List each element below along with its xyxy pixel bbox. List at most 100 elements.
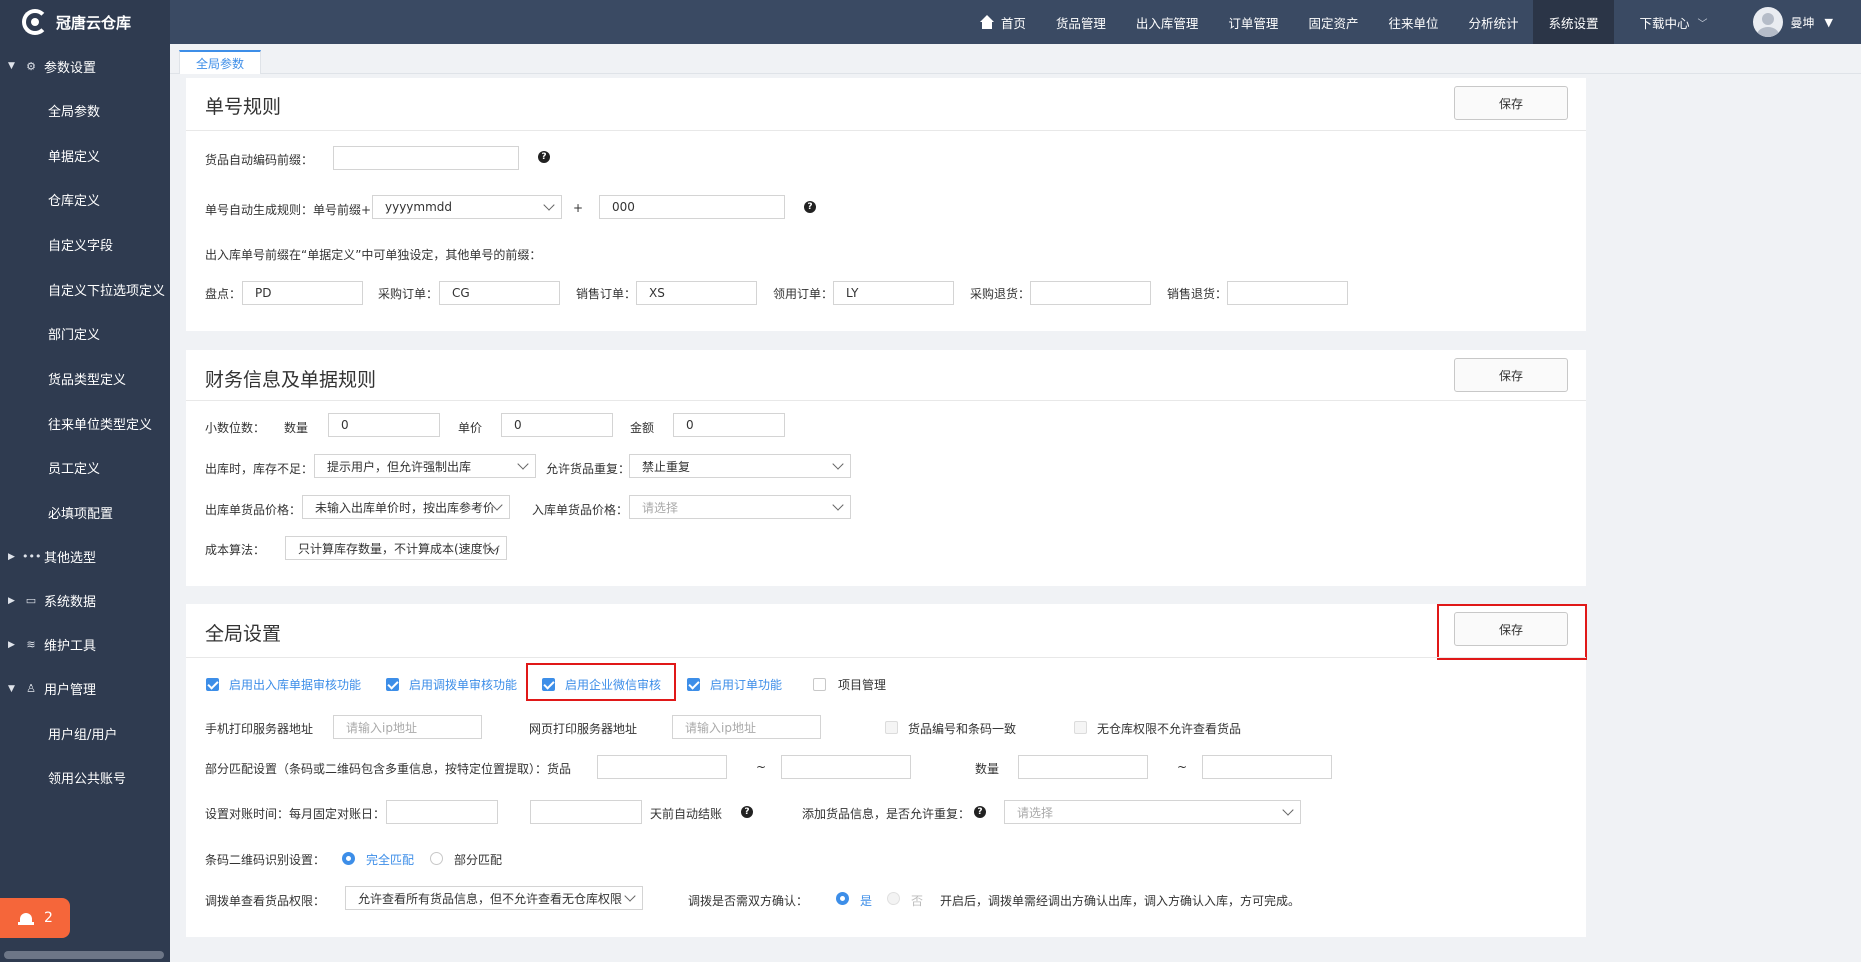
serial-input[interactable]: 000 xyxy=(599,195,785,219)
prefix-input-sales-return[interactable] xyxy=(1227,281,1348,305)
web-print-input[interactable]: 请输入ip地址 xyxy=(672,715,821,739)
sidebar-group-sysdata[interactable]: ▶ ▭ 系统数据 xyxy=(0,579,170,623)
save-button-number-rules[interactable]: 保存 xyxy=(1454,86,1568,120)
transfer-view-select[interactable]: 允许查看所有货品信息，但不允许查看无仓库权限 xyxy=(345,886,643,910)
help-icon[interactable]: ? xyxy=(538,151,550,163)
checkbox-wechat-audit[interactable] xyxy=(542,678,555,691)
sidebar-item-user-groups[interactable]: 用户组/用户 xyxy=(0,711,170,756)
sidebar-item-partner-type[interactable]: 往来单位类型定义 xyxy=(0,401,170,446)
notification-badge[interactable]: 2 xyxy=(0,898,70,938)
recon-days-before-input[interactable] xyxy=(530,800,642,824)
collapsed-triangle-icon: ▶ xyxy=(8,639,15,650)
chevron-down-icon xyxy=(517,458,529,470)
mobile-print-input[interactable]: 请输入ip地址 xyxy=(333,715,482,739)
decimals-label: 小数位数： xyxy=(205,421,266,435)
date-format-select[interactable]: yyyymmdd xyxy=(372,195,562,219)
nav-analytics[interactable]: 分析统计 xyxy=(1453,0,1533,44)
sidebar-item-dept-def[interactable]: 部门定义 xyxy=(0,311,170,356)
barcode-label: 条码二维码识别设置： xyxy=(205,853,326,867)
checkbox-order-function[interactable] xyxy=(687,678,700,691)
qty-decimals-input[interactable]: 0 xyxy=(328,413,440,437)
prefix-input-sales[interactable]: XS xyxy=(636,281,757,305)
price-decimals-label: 单价 xyxy=(458,421,483,435)
section-title-global-settings: 全局设置 xyxy=(205,623,282,645)
dup-select[interactable]: 禁止重复 xyxy=(629,454,851,478)
nav-assets[interactable]: 固定资产 xyxy=(1293,0,1373,44)
caret-down-icon: ▼ xyxy=(1824,15,1833,29)
cost-select[interactable]: 只计算库存数量，不计算成本(速度快) xyxy=(285,536,507,560)
nav-partners[interactable]: 往来单位 xyxy=(1373,0,1453,44)
sidebar-group-params[interactable]: ▼ ⚙ 参数设置 xyxy=(0,44,170,88)
sidebar-item-doc-def[interactable]: 单据定义 xyxy=(0,133,170,178)
sidebar-item-warehouse-def[interactable]: 仓库定义 xyxy=(0,177,170,222)
help-icon[interactable]: ? xyxy=(741,806,753,818)
partial-qty-from-input[interactable] xyxy=(1018,755,1148,779)
auto-code-input[interactable] xyxy=(333,146,519,170)
checkbox-transfer-audit[interactable] xyxy=(386,678,399,691)
sidebar-item-required-config[interactable]: 必填项配置 xyxy=(0,490,170,535)
radio-full-match[interactable] xyxy=(342,852,355,865)
radio-dual-no[interactable] xyxy=(887,892,900,905)
prefix-label-sales: 销售订单： xyxy=(576,287,637,301)
nav-goods[interactable]: 货品管理 xyxy=(1041,0,1121,44)
prefix-input-requisition[interactable]: LY xyxy=(833,281,954,305)
nav-download[interactable]: 下载中心 ﹀ xyxy=(1614,0,1723,44)
partial-goods-to-input[interactable] xyxy=(781,755,911,779)
radio-label-partial-match[interactable]: 部分匹配 xyxy=(454,851,502,868)
sidebar-item-custom-field[interactable]: 自定义字段 xyxy=(0,222,170,267)
sidebar-group-other[interactable]: ▶ ••• 其他选型 xyxy=(0,535,170,579)
price-decimals-input[interactable]: 0 xyxy=(501,413,613,437)
sidebar-item-custom-dropdown[interactable]: 自定义下拉选项定义 xyxy=(0,267,170,312)
checkbox-no-warehouse-perm[interactable] xyxy=(1074,721,1087,734)
partial-goods-from-input[interactable] xyxy=(597,755,727,779)
radio-label-dual-no[interactable]: 否 xyxy=(911,892,923,909)
checkbox-label-order-function[interactable]: 启用订单功能 xyxy=(710,676,782,693)
checkbox-label-no-warehouse-perm[interactable]: 无仓库权限不允许查看货品 xyxy=(1097,720,1241,737)
divider xyxy=(186,657,1586,658)
checkbox-label-inout-audit[interactable]: 启用出入库单据审核功能 xyxy=(229,676,361,693)
radio-partial-match[interactable] xyxy=(430,852,443,865)
nav-orders[interactable]: 订单管理 xyxy=(1213,0,1293,44)
checkbox-label-same-code[interactable]: 货品编号和条码一致 xyxy=(908,720,1016,737)
in-price-select[interactable]: 请选择 xyxy=(629,495,851,519)
out-price-select[interactable]: 未输入出库单价时，按出库参考价 xyxy=(302,495,510,519)
sidebar-item-employee-def[interactable]: 员工定义 xyxy=(0,446,170,491)
nav-inout[interactable]: 出入库管理 xyxy=(1121,0,1214,44)
checkbox-inout-audit[interactable] xyxy=(206,678,219,691)
section-title-number-rules: 单号规则 xyxy=(205,96,282,118)
help-icon[interactable]: ? xyxy=(974,806,986,818)
add-goods-select[interactable]: 请选择 xyxy=(1004,800,1301,824)
tab-global-params[interactable]: 全局参数 xyxy=(179,50,262,74)
out-price-label: 出库单货品价格： xyxy=(205,503,302,517)
nav-home[interactable]: 首页 xyxy=(964,0,1041,44)
checkbox-label-transfer-audit[interactable]: 启用调拨单审核功能 xyxy=(409,676,517,693)
nav-settings[interactable]: 系统设置 xyxy=(1533,0,1614,44)
save-button-finance[interactable]: 保存 xyxy=(1454,358,1568,392)
help-icon[interactable]: ? xyxy=(804,201,816,213)
prefix-input-stocktake[interactable]: PD xyxy=(242,281,363,305)
sidebar-item-goods-type[interactable]: 货品类型定义 xyxy=(0,356,170,401)
recon-day-input[interactable] xyxy=(386,800,498,824)
partial-qty-to-input[interactable] xyxy=(1202,755,1332,779)
amount-decimals-input[interactable]: 0 xyxy=(673,413,785,437)
prefix-input-purchase-return[interactable] xyxy=(1030,281,1151,305)
radio-dual-yes[interactable] xyxy=(836,892,849,905)
prefix-input-purchase[interactable]: CG xyxy=(439,281,560,305)
highlight-box-save xyxy=(1437,604,1587,660)
radio-label-dual-yes[interactable]: 是 xyxy=(860,892,872,909)
sidebar-item-public-account[interactable]: 领用公共账号 xyxy=(0,756,170,801)
checkbox-label-project-mgmt[interactable]: 项目管理 xyxy=(838,676,886,693)
app-logo[interactable]: 冠唐云仓库 xyxy=(0,0,170,44)
checkbox-label-wechat-audit[interactable]: 启用企业微信审核 xyxy=(565,676,661,693)
chevron-down-icon xyxy=(832,458,844,470)
checkbox-same-code[interactable] xyxy=(885,721,898,734)
sidebar-scrollbar[interactable] xyxy=(4,951,164,959)
stock-short-select[interactable]: 提示用户，但允许强制出库 xyxy=(314,454,536,478)
sidebar-group-users[interactable]: ▼ ♙ 用户管理 xyxy=(0,667,170,711)
checkbox-project-mgmt[interactable] xyxy=(813,678,826,691)
sidebar-group-maintain[interactable]: ▶ ≋ 维护工具 xyxy=(0,623,170,667)
radio-label-full-match[interactable]: 完全匹配 xyxy=(366,851,414,868)
rule-label: 单号自动生成规则：单号前缀+ xyxy=(205,203,372,217)
sidebar-item-global-params[interactable]: 全局参数 xyxy=(0,88,170,133)
user-menu[interactable]: 曼坤 ▼ xyxy=(1723,7,1861,37)
